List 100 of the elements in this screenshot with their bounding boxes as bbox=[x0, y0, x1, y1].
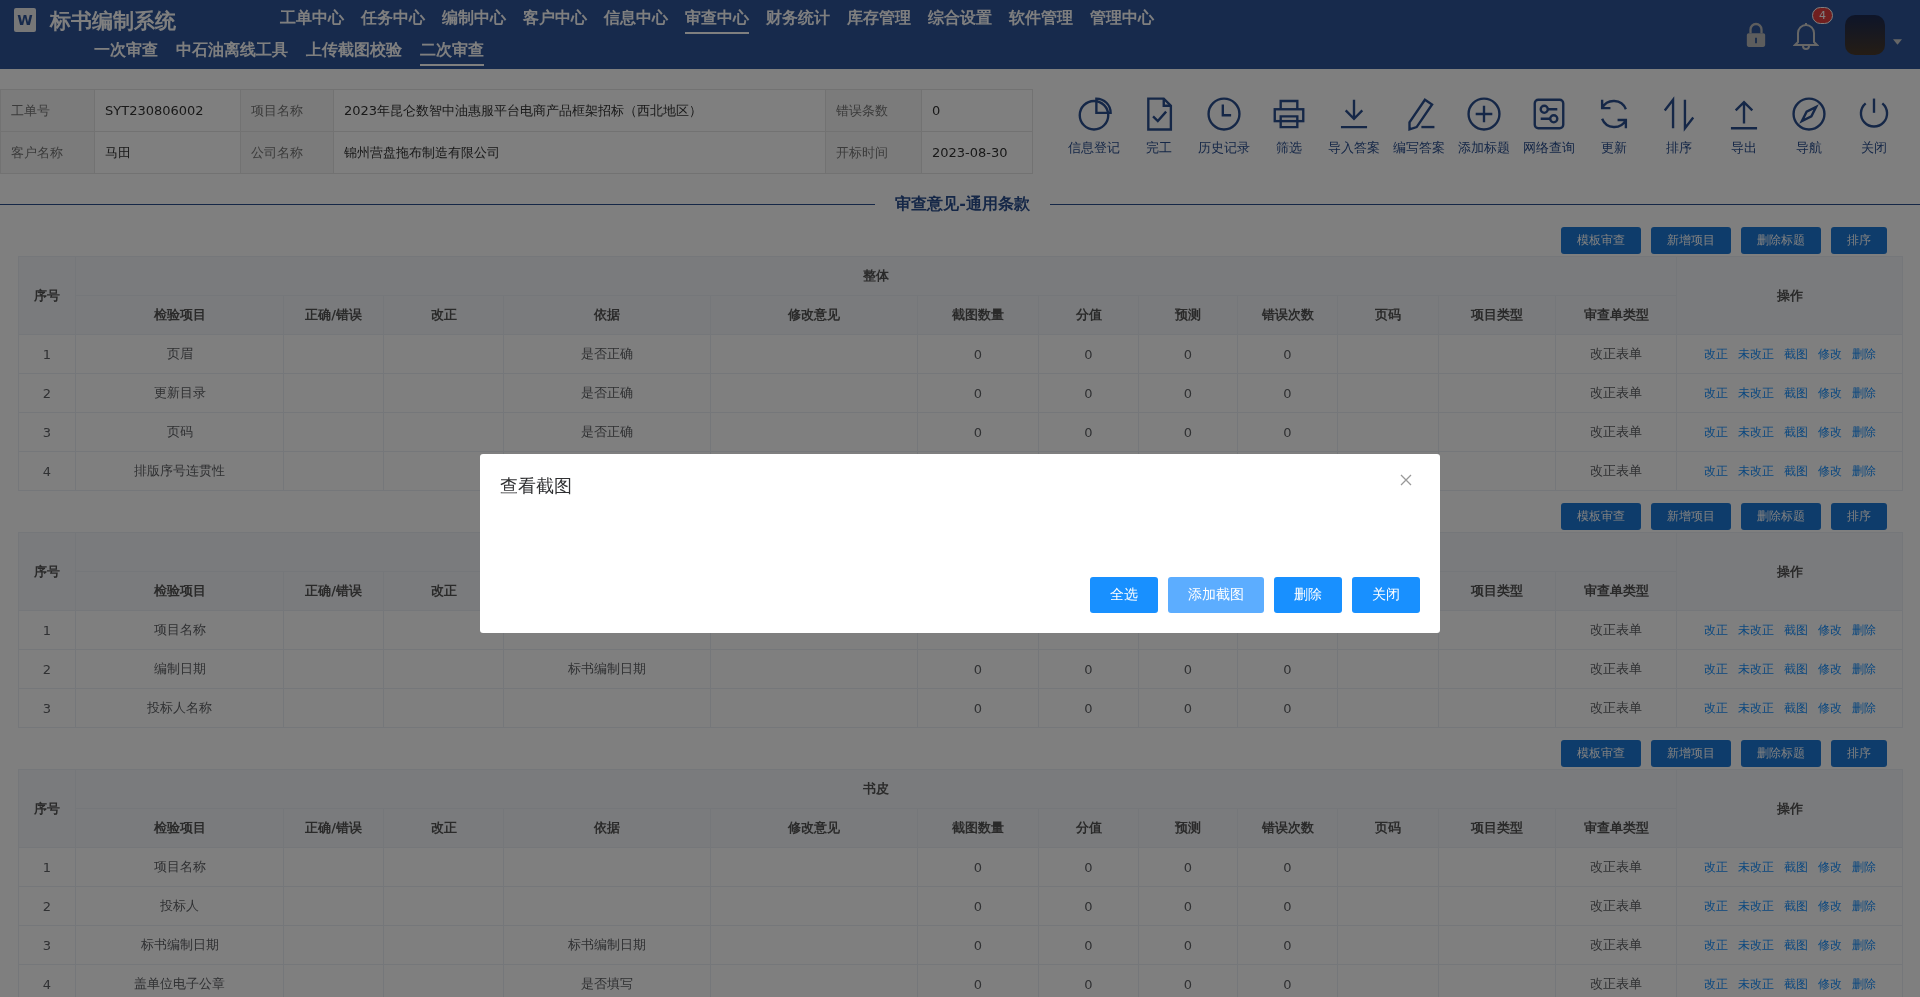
toolbar-button[interactable]: 排序 bbox=[1646, 95, 1711, 157]
action-link[interactable]: 修改 bbox=[1817, 661, 1842, 676]
action-link[interactable]: 改正 bbox=[1703, 622, 1728, 637]
action-link[interactable]: 修改 bbox=[1817, 937, 1842, 952]
action-link[interactable]: 未改正 bbox=[1737, 385, 1774, 400]
action-link[interactable]: 未改正 bbox=[1737, 424, 1774, 439]
action-link[interactable]: 改正 bbox=[1703, 859, 1728, 874]
toolbar-button[interactable]: 信息登记 bbox=[1061, 95, 1126, 157]
toolbar-button[interactable]: 导出 bbox=[1711, 95, 1776, 157]
action-link[interactable]: 删除 bbox=[1851, 346, 1876, 361]
toolbar-button[interactable]: 编写答案 bbox=[1386, 95, 1451, 157]
action-link[interactable]: 修改 bbox=[1817, 859, 1842, 874]
action-link[interactable]: 截图 bbox=[1783, 976, 1808, 991]
action-link[interactable]: 修改 bbox=[1817, 700, 1842, 715]
toolbar-button[interactable]: 完工 bbox=[1126, 95, 1191, 157]
action-link[interactable]: 改正 bbox=[1703, 976, 1728, 991]
toolbar-button[interactable]: 历史记录 bbox=[1191, 95, 1256, 157]
action-link[interactable]: 改正 bbox=[1703, 346, 1728, 361]
action-link[interactable]: 改正 bbox=[1703, 385, 1728, 400]
action-link[interactable]: 截图 bbox=[1783, 700, 1808, 715]
action-link[interactable]: 截图 bbox=[1783, 859, 1808, 874]
close-icon[interactable] bbox=[1400, 474, 1412, 486]
action-link[interactable]: 删除 bbox=[1851, 976, 1876, 991]
sub-nav-tab[interactable]: 上传截图校验 bbox=[306, 40, 402, 66]
action-link[interactable]: 截图 bbox=[1783, 661, 1808, 676]
nav-tab[interactable]: 信息中心 bbox=[604, 8, 668, 34]
action-link[interactable]: 截图 bbox=[1783, 424, 1808, 439]
action-link[interactable]: 未改正 bbox=[1737, 976, 1774, 991]
action-link[interactable]: 未改正 bbox=[1737, 898, 1774, 913]
action-link[interactable]: 截图 bbox=[1783, 622, 1808, 637]
sub-nav-tab[interactable]: 中石油离线工具 bbox=[176, 40, 288, 66]
action-link[interactable]: 修改 bbox=[1817, 463, 1842, 478]
modal-button[interactable]: 删除 bbox=[1274, 577, 1342, 613]
action-link[interactable]: 改正 bbox=[1703, 661, 1728, 676]
section-button[interactable]: 排序 bbox=[1831, 740, 1887, 767]
toolbar-button[interactable]: 添加标题 bbox=[1451, 95, 1516, 157]
action-link[interactable]: 删除 bbox=[1851, 661, 1876, 676]
action-link[interactable]: 修改 bbox=[1817, 424, 1842, 439]
section-button[interactable]: 删除标题 bbox=[1741, 503, 1821, 530]
toolbar-button[interactable]: 导入答案 bbox=[1321, 95, 1386, 157]
section-button[interactable]: 删除标题 bbox=[1741, 227, 1821, 254]
action-link[interactable]: 删除 bbox=[1851, 385, 1876, 400]
action-link[interactable]: 删除 bbox=[1851, 700, 1876, 715]
nav-tab[interactable]: 审查中心 bbox=[685, 8, 749, 34]
section-button[interactable]: 删除标题 bbox=[1741, 740, 1821, 767]
toolbar-button[interactable]: 导航 bbox=[1776, 95, 1841, 157]
action-link[interactable]: 删除 bbox=[1851, 463, 1876, 478]
action-link[interactable]: 截图 bbox=[1783, 385, 1808, 400]
modal-button[interactable]: 全选 bbox=[1090, 577, 1158, 613]
section-button[interactable]: 新增项目 bbox=[1651, 503, 1731, 530]
nav-tab[interactable]: 工单中心 bbox=[280, 8, 344, 34]
action-link[interactable]: 未改正 bbox=[1737, 346, 1774, 361]
lock-icon[interactable] bbox=[1745, 21, 1767, 48]
action-link[interactable]: 删除 bbox=[1851, 424, 1876, 439]
action-link[interactable]: 修改 bbox=[1817, 898, 1842, 913]
action-link[interactable]: 未改正 bbox=[1737, 622, 1774, 637]
section-button[interactable]: 模板审查 bbox=[1561, 503, 1641, 530]
action-link[interactable]: 截图 bbox=[1783, 898, 1808, 913]
caret-icon[interactable] bbox=[1893, 38, 1902, 45]
nav-tab[interactable]: 客户中心 bbox=[523, 8, 587, 34]
nav-tab[interactable]: 软件管理 bbox=[1009, 8, 1073, 34]
nav-tab[interactable]: 财务统计 bbox=[766, 8, 830, 34]
toolbar-button[interactable]: 关闭 bbox=[1841, 95, 1906, 157]
action-link[interactable]: 截图 bbox=[1783, 937, 1808, 952]
toolbar-button[interactable]: 筛选 bbox=[1256, 95, 1321, 157]
sub-nav-tab[interactable]: 一次审查 bbox=[94, 40, 158, 66]
modal-button[interactable]: 关闭 bbox=[1352, 577, 1420, 613]
section-button[interactable]: 排序 bbox=[1831, 227, 1887, 254]
action-link[interactable]: 修改 bbox=[1817, 385, 1842, 400]
action-link[interactable]: 改正 bbox=[1703, 424, 1728, 439]
nav-tab[interactable]: 库存管理 bbox=[847, 8, 911, 34]
action-link[interactable]: 未改正 bbox=[1737, 661, 1774, 676]
action-link[interactable]: 修改 bbox=[1817, 976, 1842, 991]
action-link[interactable]: 删除 bbox=[1851, 898, 1876, 913]
section-button[interactable]: 模板审查 bbox=[1561, 227, 1641, 254]
action-link[interactable]: 未改正 bbox=[1737, 859, 1774, 874]
nav-tab[interactable]: 编制中心 bbox=[442, 8, 506, 34]
action-link[interactable]: 改正 bbox=[1703, 700, 1728, 715]
section-button[interactable]: 排序 bbox=[1831, 503, 1887, 530]
action-link[interactable]: 未改正 bbox=[1737, 463, 1774, 478]
action-link[interactable]: 截图 bbox=[1783, 346, 1808, 361]
action-link[interactable]: 修改 bbox=[1817, 346, 1842, 361]
toolbar-button[interactable]: 网络查询 bbox=[1516, 95, 1581, 157]
action-link[interactable]: 删除 bbox=[1851, 859, 1876, 874]
section-button[interactable]: 新增项目 bbox=[1651, 740, 1731, 767]
toolbar-button[interactable]: 更新 bbox=[1581, 95, 1646, 157]
action-link[interactable]: 修改 bbox=[1817, 622, 1842, 637]
action-link[interactable]: 删除 bbox=[1851, 937, 1876, 952]
action-link[interactable]: 改正 bbox=[1703, 898, 1728, 913]
sub-nav-tab[interactable]: 二次审查 bbox=[420, 40, 484, 66]
action-link[interactable]: 删除 bbox=[1851, 622, 1876, 637]
section-button[interactable]: 新增项目 bbox=[1651, 227, 1731, 254]
action-link[interactable]: 截图 bbox=[1783, 463, 1808, 478]
section-button[interactable]: 模板审查 bbox=[1561, 740, 1641, 767]
action-link[interactable]: 改正 bbox=[1703, 937, 1728, 952]
nav-tab[interactable]: 管理中心 bbox=[1090, 8, 1154, 34]
action-link[interactable]: 未改正 bbox=[1737, 937, 1774, 952]
nav-tab[interactable]: 任务中心 bbox=[361, 8, 425, 34]
action-link[interactable]: 未改正 bbox=[1737, 700, 1774, 715]
nav-tab[interactable]: 综合设置 bbox=[928, 8, 992, 34]
